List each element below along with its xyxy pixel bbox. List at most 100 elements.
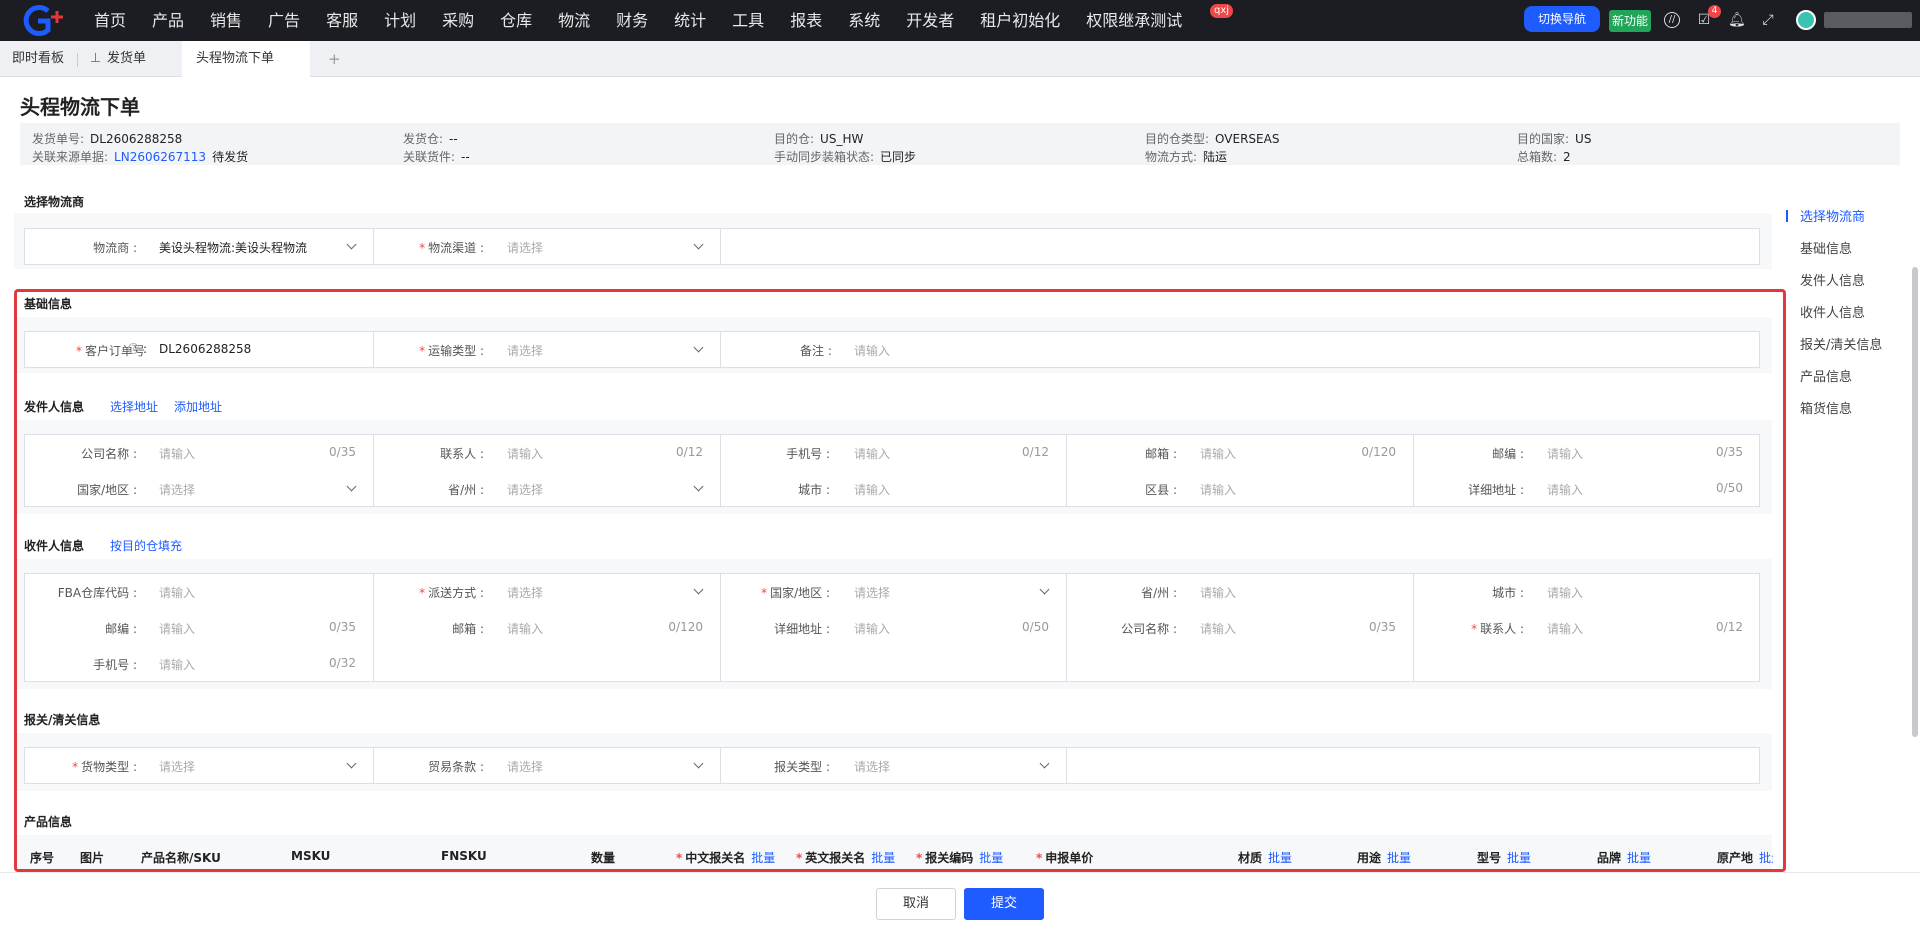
batch-en-name-link[interactable]: 批量 — [871, 851, 895, 865]
add-address-link[interactable]: 添加地址 — [174, 398, 222, 415]
sender-district-field[interactable]: 区县 : 请输入 — [1066, 471, 1413, 507]
logo-icon[interactable] — [18, 5, 64, 36]
receiver-zip-field[interactable]: 邮编 : 请输入 0/35 — [25, 610, 373, 646]
fba-code-field[interactable]: FBA仓库代码 : 请输入 — [25, 574, 373, 610]
sender-city-field[interactable]: 城市 : 请输入 — [720, 471, 1066, 507]
nav-item-system[interactable]: 系统 — [834, 0, 892, 41]
sender-address-field[interactable]: 详细地址 : 请输入 0/50 — [1413, 471, 1760, 507]
sender-email-input[interactable]: 请输入 — [1200, 445, 1236, 462]
nav-item-developer[interactable]: 开发者 — [892, 0, 966, 41]
anchor-customs[interactable]: 报关/清关信息 — [1800, 334, 1882, 353]
receiver-zip-input[interactable]: 请输入 — [159, 620, 195, 637]
anchor-boxes[interactable]: 箱货信息 — [1800, 398, 1852, 417]
goods-type-select[interactable]: 请选择 — [159, 758, 195, 775]
batch-model-link[interactable]: 批量 — [1507, 851, 1531, 865]
transport-type-field[interactable]: * 运输类型 : 请选择 — [373, 332, 720, 368]
sender-province-field[interactable]: 省/州 : 请选择 — [373, 471, 720, 507]
channel-select[interactable]: 请选择 — [507, 239, 543, 256]
remark-input[interactable]: 请输入 — [854, 342, 890, 359]
batch-usage-link[interactable]: 批量 — [1387, 851, 1411, 865]
transport-type-select[interactable]: 请选择 — [507, 342, 543, 359]
nav-item-tools[interactable]: 工具 — [718, 0, 776, 41]
receiver-email-input[interactable]: 请输入 — [507, 620, 543, 637]
sender-company-input[interactable]: 请输入 — [159, 445, 195, 462]
receiver-province-field[interactable]: 省/州 : 请输入 — [1066, 574, 1413, 610]
sender-zip-input[interactable]: 请输入 — [1547, 445, 1583, 462]
tab-dashboard[interactable]: 即时看板 — [12, 41, 64, 77]
receiver-company-field[interactable]: 公司名称 : 请输入 0/35 — [1066, 610, 1413, 646]
sender-phone-input[interactable]: 请输入 — [854, 445, 890, 462]
sender-company-field[interactable]: 公司名称 : 请输入 0/35 — [25, 435, 373, 471]
nav-item-ads[interactable]: 广告 — [254, 0, 312, 41]
batch-cn-name-link[interactable]: 批量 — [751, 851, 775, 865]
nav-item-finance[interactable]: 财务 — [602, 0, 660, 41]
batch-material-link[interactable]: 批量 — [1268, 851, 1292, 865]
batch-brand-link[interactable]: 批量 — [1627, 851, 1651, 865]
sender-province-select[interactable]: 请选择 — [507, 481, 543, 498]
receiver-city-field[interactable]: 城市 : 请输入 — [1413, 574, 1760, 610]
receiver-contact-field[interactable]: * 联系人 : 请输入 0/12 — [1413, 610, 1760, 646]
sender-district-input[interactable]: 请输入 — [1200, 481, 1236, 498]
avatar[interactable] — [1796, 10, 1816, 30]
receiver-company-input[interactable]: 请输入 — [1200, 620, 1236, 637]
sender-phone-field[interactable]: 手机号 : 请输入 0/12 — [720, 435, 1066, 471]
delivery-method-field[interactable]: * 派送方式 : 请选择 — [373, 574, 720, 610]
nav-item-service[interactable]: 客服 — [312, 0, 370, 41]
nav-item-reports[interactable]: 报表 — [776, 0, 834, 41]
anchor-receiver[interactable]: 收件人信息 — [1800, 302, 1865, 321]
bell-icon[interactable]: 🔔︎ — [1728, 12, 1746, 28]
customer-order-field[interactable]: * 客户订单号 ? : DL2606288258 — [25, 332, 373, 368]
remark-field[interactable]: 备注 : 请输入 — [720, 332, 1760, 368]
fullscreen-icon[interactable]: ⤢ — [1760, 12, 1776, 28]
customer-order-input[interactable]: DL2606288258 — [159, 342, 251, 356]
tab-shipment[interactable]: 发货单 — [107, 41, 146, 77]
receiver-phone-input[interactable]: 请输入 — [159, 656, 195, 673]
scrollbar[interactable] — [1912, 267, 1918, 737]
sender-city-input[interactable]: 请输入 — [854, 481, 890, 498]
receiver-country-select[interactable]: 请选择 — [854, 584, 890, 601]
nav-item-tenant-init[interactable]: 租户初始化 — [966, 0, 1072, 41]
switch-nav-button[interactable]: 切换导航 — [1524, 6, 1600, 32]
source-doc-link[interactable]: LN2606267113 — [114, 150, 206, 164]
pin-icon[interactable]: ⊥ — [90, 41, 101, 77]
nav-item-product[interactable]: 产品 — [138, 0, 196, 41]
trade-terms-select[interactable]: 请选择 — [507, 758, 543, 775]
receiver-province-input[interactable]: 请输入 — [1200, 584, 1236, 601]
select-address-link[interactable]: 选择地址 — [110, 398, 158, 415]
delivery-method-select[interactable]: 请选择 — [507, 584, 543, 601]
help-circle-icon[interactable]: ? — [128, 343, 139, 354]
goods-type-field[interactable]: * 货物类型 : 请选择 — [25, 748, 373, 784]
username-blurred[interactable] — [1824, 12, 1912, 28]
nav-item-plan[interactable]: 计划 — [370, 0, 428, 41]
sender-email-field[interactable]: 邮箱 : 请输入 0/120 — [1066, 435, 1413, 471]
tab-first-leg-order[interactable]: 头程物流下单 — [182, 41, 310, 77]
receiver-phone-field[interactable]: 手机号 : 请输入 0/32 — [25, 646, 373, 682]
anchor-basic[interactable]: 基础信息 — [1800, 238, 1852, 257]
sender-contact-input[interactable]: 请输入 — [507, 445, 543, 462]
anchor-product[interactable]: 产品信息 — [1800, 366, 1852, 385]
anchor-sender[interactable]: 发件人信息 — [1800, 270, 1865, 289]
receiver-country-field[interactable]: * 国家/地区 : 请选择 — [720, 574, 1066, 610]
submit-button[interactable]: 提交 — [964, 888, 1044, 920]
nav-item-purchase[interactable]: 采购 — [428, 0, 486, 41]
batch-hs-code-link[interactable]: 批量 — [979, 851, 1003, 865]
receiver-email-field[interactable]: 邮箱 : 请输入 0/120 — [373, 610, 720, 646]
batch-origin-link[interactable]: 批量 — [1759, 851, 1773, 865]
sender-contact-field[interactable]: 联系人 : 请输入 0/12 — [373, 435, 720, 471]
nav-item-home[interactable]: 首页 — [80, 0, 138, 41]
fill-by-dest-wh-link[interactable]: 按目的仓填充 — [110, 537, 182, 554]
customs-type-field[interactable]: 报关类型 : 请选择 — [720, 748, 1066, 784]
channel-field[interactable]: * 物流渠道 : 请选择 — [373, 229, 720, 265]
add-tab-button[interactable]: + — [328, 41, 341, 77]
receiver-address-input[interactable]: 请输入 — [854, 620, 890, 637]
fba-code-input[interactable]: 请输入 — [159, 584, 195, 601]
receiver-city-input[interactable]: 请输入 — [1547, 584, 1583, 601]
sender-country-field[interactable]: 国家/地区 : 请选择 — [25, 471, 373, 507]
sender-address-input[interactable]: 请输入 — [1547, 481, 1583, 498]
anchor-carrier[interactable]: 选择物流商 — [1800, 206, 1865, 225]
carrier-field[interactable]: 物流商 : 美设头程物流:美设头程物流 — [25, 229, 373, 265]
carrier-select-value[interactable]: 美设头程物流:美设头程物流 — [159, 239, 307, 256]
nav-item-permission-test[interactable]: 权限继承测试 — [1072, 0, 1194, 41]
nav-item-sales[interactable]: 销售 — [196, 0, 254, 41]
cancel-button[interactable]: 取消 — [876, 888, 956, 920]
